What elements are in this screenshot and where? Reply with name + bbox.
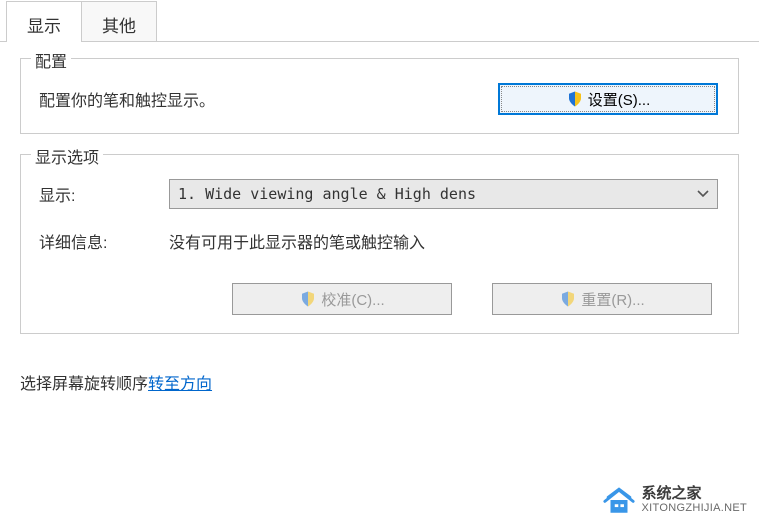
shield-icon [559,290,577,308]
detail-value: 没有可用于此显示器的笔或触控输入 [169,229,718,253]
shield-icon [299,290,317,308]
calibrate-button-label: 校准(C)... [321,289,384,310]
tab-content: 配置 配置你的笔和触控显示。 设置(S)... 显示选项 显示: 1. Wide… [0,42,759,370]
tabs-bar: 显示 其他 [0,0,759,42]
group-display-options-title: 显示选项 [31,144,103,168]
watermark-title: 系统之家 [642,486,747,503]
detail-label: 详细信息: [39,229,169,253]
rotation-prefix: 选择屏幕旋转顺序 [20,370,148,394]
settings-button-label: 设置(S)... [588,89,651,110]
configuration-description: 配置你的笔和触控显示。 [39,87,215,111]
house-icon [602,483,636,517]
chevron-down-icon [697,190,709,198]
calibrate-button: 校准(C)... [232,283,452,315]
tab-other[interactable]: 其他 [82,1,157,42]
settings-button[interactable]: 设置(S)... [498,83,718,115]
reset-button: 重置(R)... [492,283,712,315]
display-dropdown-value: 1. Wide viewing angle & High dens [178,185,476,203]
shield-icon [566,90,584,108]
group-display-options: 显示选项 显示: 1. Wide viewing angle & High de… [20,154,739,334]
rotation-line: 选择屏幕旋转顺序 转至方向 [0,370,759,394]
display-dropdown[interactable]: 1. Wide viewing angle & High dens [169,179,718,209]
display-label: 显示: [39,182,169,206]
tab-display[interactable]: 显示 [6,1,82,42]
group-configuration: 配置 配置你的笔和触控显示。 设置(S)... [20,58,739,134]
watermark: 系统之家 XITONGZHIJIA.NET [602,483,747,517]
group-configuration-title: 配置 [31,48,71,72]
reset-button-label: 重置(R)... [581,289,644,310]
watermark-subtitle: XITONGZHIJIA.NET [642,502,747,514]
rotation-link[interactable]: 转至方向 [148,370,212,394]
